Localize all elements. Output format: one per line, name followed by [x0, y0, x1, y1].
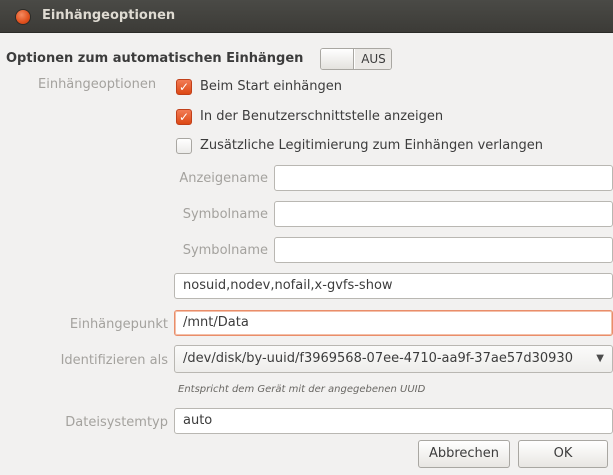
symbolic-icon-name-field[interactable] [274, 237, 613, 263]
checkbox-checked-icon[interactable]: ✓ [176, 79, 192, 95]
checkbox-label: Zusätzliche Legitimierung zum Einhängen … [200, 138, 543, 153]
switch-state-label: AUS [355, 49, 391, 69]
auto-mount-switch[interactable]: AUS [320, 48, 392, 70]
checkbox-mount-at-startup[interactable]: ✓ Beim Start einhängen [176, 77, 436, 97]
mount-point-label: Einhängepunkt [69, 317, 168, 332]
checkbox-require-auth[interactable]: Zusätzliche Legitimierung zum Einhängen … [176, 136, 596, 156]
window-title: Einhängeoptionen [42, 8, 176, 23]
checkbox-label: In der Benutzerschnittstelle anzeigen [200, 109, 444, 124]
checkbox-unchecked-icon[interactable] [176, 138, 192, 154]
icon-name-field[interactable] [274, 201, 613, 227]
mount-options-field[interactable]: nosuid,nodev,nofail,x-gvfs-show [174, 273, 613, 299]
close-window-button[interactable] [16, 10, 30, 24]
identify-as-label: Identifizieren als [60, 353, 168, 368]
auto-mount-heading: Optionen zum automatischen Einhängen [6, 51, 304, 66]
ok-button[interactable]: OK [518, 440, 608, 468]
identify-as-dropdown[interactable]: /dev/disk/by-uuid/f3969568-07ee-4710-aa9… [174, 345, 613, 373]
checkbox-checked-icon[interactable]: ✓ [176, 109, 192, 125]
switch-knob[interactable] [321, 49, 354, 69]
dropdown-arrow-icon: ▼ [596, 353, 604, 364]
identify-hint: Entspricht dem Gerät mit der angegebenen… [178, 384, 426, 395]
symbolic-icon-name-label: Symbolname [182, 243, 268, 258]
display-name-label: Anzeigename [179, 171, 268, 186]
checkbox-show-in-ui[interactable]: ✓ In der Benutzerschnittstelle anzeigen [176, 107, 476, 127]
filesystem-type-field[interactable]: auto [174, 408, 613, 434]
display-name-field[interactable] [274, 165, 613, 191]
filesystem-type-label: Dateisystemtyp [65, 415, 168, 430]
title-bar: Einhängeoptionen [0, 0, 613, 33]
checkbox-label: Beim Start einhängen [200, 79, 342, 94]
identify-as-value: /dev/disk/by-uuid/f3969568-07ee-4710-aa9… [183, 351, 573, 366]
icon-name-label: Symbolname [182, 207, 268, 222]
dialog-content: Optionen zum automatischen Einhängen AUS… [0, 33, 613, 475]
mount-options-label: Einhängeoptionen [38, 77, 157, 92]
mount-point-field[interactable]: /mnt/Data [174, 310, 613, 336]
cancel-button[interactable]: Abbrechen [418, 440, 510, 468]
